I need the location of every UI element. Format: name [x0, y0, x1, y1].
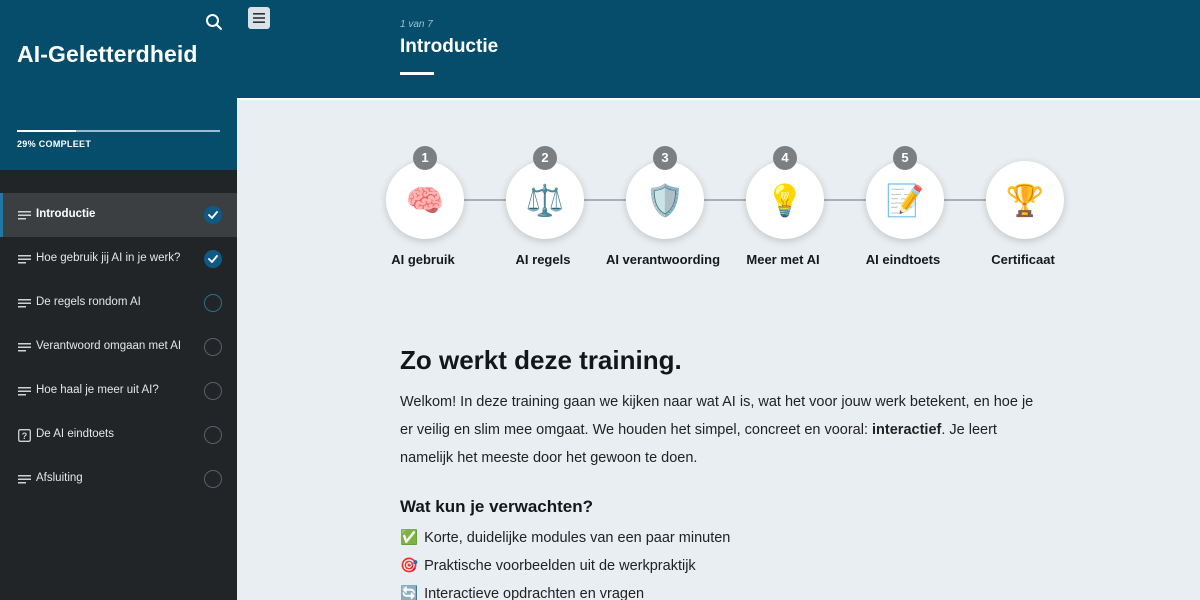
sidebar-item-label: Afsluiting	[36, 472, 83, 484]
sidebar-item-label: Verantwoord omgaan met AI	[36, 340, 182, 352]
intro-emphasis: interactief	[872, 422, 942, 438]
sidebar-item-4[interactable]: Verantwoord omgaan met AI	[0, 325, 237, 369]
lines-icon	[18, 341, 31, 353]
lines-icon	[18, 473, 31, 485]
bullet-emoji-icon: ✅	[400, 530, 419, 546]
bullet-emoji-icon: 🔄	[400, 586, 419, 600]
incomplete-circle-icon	[204, 426, 222, 444]
bullet-text: Korte, duidelijke modules van een paar m…	[424, 530, 731, 546]
step-connector	[704, 199, 746, 201]
sidebar-item-5[interactable]: Hoe haal je meer uit AI?	[0, 369, 237, 413]
list-item: ✅ Korte, duidelijke modules van een paar …	[400, 524, 1050, 552]
incomplete-circle-icon	[204, 294, 222, 312]
svg-text:?: ?	[22, 431, 28, 441]
lines-icon	[18, 297, 31, 309]
training-steps: 1 🧠 AI gebruik 2 ⚖️ AI regels 3 🛡️ AI verantwoor…	[0, 0, 1200, 280]
step-number-badge: 5	[893, 146, 917, 170]
step-icon-5: 📝	[866, 161, 944, 239]
step-icon-4: 💡	[746, 161, 824, 239]
lines-icon	[18, 385, 31, 397]
step-icon-1: 🧠	[386, 161, 464, 239]
incomplete-circle-icon	[204, 338, 222, 356]
expectations-heading: Wat kun je verwachten?	[400, 497, 594, 516]
intro-paragraph: Welkom! In deze training gaan we kijken …	[400, 388, 1050, 472]
step-label: Certificaat	[991, 252, 1055, 267]
step-icon-3: 🛡️	[626, 161, 704, 239]
incomplete-circle-icon	[204, 382, 222, 400]
step-connector	[464, 199, 506, 201]
list-item: 🎯 Praktische voorbeelden uit de werkprakt…	[400, 552, 1050, 580]
sidebar-item-7[interactable]: Afsluiting	[0, 457, 237, 501]
step-icon-6: 🏆	[986, 161, 1064, 239]
bullet-emoji-icon: 🎯	[400, 558, 419, 574]
sidebar-item-label: De AI eindtoets	[36, 428, 114, 440]
lesson-content: Zo werkt deze training. Welkom! In deze …	[400, 345, 1050, 600]
quiz-icon: ?	[18, 429, 31, 442]
sidebar-item-label: De regels rondom AI	[36, 296, 141, 308]
sidebar-item-3[interactable]: De regels rondom AI	[0, 281, 237, 325]
expectations-list: ✅ Korte, duidelijke modules van een paar …	[400, 524, 1050, 600]
step-number-badge: 1	[413, 146, 437, 170]
step-connector	[824, 199, 866, 201]
step-icon-2: ⚖️	[506, 161, 584, 239]
bullet-text: Interactieve opdrachten en vragen	[424, 586, 645, 600]
incomplete-circle-icon	[204, 470, 222, 488]
step-connector	[584, 199, 626, 201]
step-connector	[944, 199, 986, 201]
step-number-badge: 2	[533, 146, 557, 170]
step-number-badge: 4	[773, 146, 797, 170]
content-heading: Zo werkt deze training.	[400, 345, 682, 375]
sidebar-item-label: Hoe haal je meer uit AI?	[36, 384, 159, 396]
bullet-text: Praktische voorbeelden uit de werkprakti…	[424, 558, 696, 574]
sidebar-item-6[interactable]: ? De AI eindtoets	[0, 413, 237, 457]
list-item: 🔄 Interactieve opdrachten en vragen	[400, 580, 1050, 600]
step-number-badge: 3	[653, 146, 677, 170]
